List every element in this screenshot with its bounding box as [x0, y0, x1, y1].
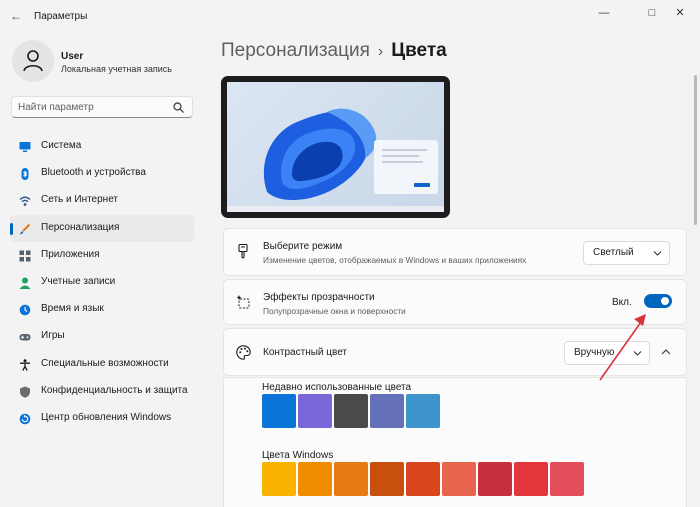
sidebar-item-network[interactable]: Сеть и Интернет: [10, 187, 194, 214]
sidebar-item-accounts[interactable]: Учетные записи: [10, 269, 194, 296]
taskbar-preview: [227, 206, 444, 212]
color-swatch[interactable]: [442, 462, 476, 496]
sidebar-item-label: Система: [41, 140, 82, 151]
chevron-down-icon: [633, 351, 642, 356]
color-swatch[interactable]: [406, 394, 440, 428]
scrollbar[interactable]: [694, 75, 697, 225]
color-swatch[interactable]: [406, 462, 440, 496]
bloom-wallpaper-image: [263, 108, 438, 201]
windows-colors-label: Цвета Windows: [262, 450, 334, 461]
sidebar-item-label: Bluetooth и устройства: [41, 167, 146, 179]
accent-title: Контрастный цвет: [263, 347, 348, 358]
color-swatch[interactable]: [478, 462, 512, 496]
sidebar-item-windows-update[interactable]: Центр обновления Windows: [10, 405, 194, 432]
sidebar-item-label: Время и язык: [41, 303, 104, 315]
sidebar-item-gaming[interactable]: Игры: [10, 323, 194, 350]
sidebar-item-label: Персонализация: [41, 221, 120, 233]
sidebar-item-label: Сеть и Интернет: [41, 194, 119, 206]
breadcrumb-separator: ›: [377, 43, 384, 60]
title-bar: ← Параметры — □ ✕: [0, 0, 700, 32]
search-input[interactable]: [18, 100, 168, 114]
close-icon[interactable]: ✕: [670, 6, 690, 20]
sidebar-item-personalization[interactable]: Персонализация: [10, 214, 194, 242]
apps-icon: [19, 250, 31, 262]
search-icon[interactable]: [173, 102, 184, 113]
color-swatch[interactable]: [298, 462, 332, 496]
window-title: Параметры: [34, 11, 88, 22]
theme-preview: [221, 76, 450, 218]
gamepad-icon: [19, 334, 31, 341]
color-swatch[interactable]: [334, 394, 368, 428]
recent-colors-label: Недавно использованные цвета: [262, 382, 412, 393]
person-icon: [23, 50, 43, 72]
color-swatch[interactable]: [370, 394, 404, 428]
transparency-subtitle: Полупрозрачные окна и поверхности: [263, 306, 406, 316]
sidebar-item-apps[interactable]: Приложения: [10, 242, 194, 269]
person-icon: [19, 277, 31, 289]
globe-clock-icon: [19, 304, 31, 316]
sidebar-item-time-language[interactable]: Время и язык: [10, 296, 194, 323]
maximize-icon[interactable]: □: [642, 6, 662, 20]
color-swatch[interactable]: [262, 462, 296, 496]
breadcrumb: Персонализация › Цвета: [221, 40, 447, 62]
brush-icon: [20, 223, 31, 235]
sidebar-item-label: Специальные возможности: [41, 357, 169, 369]
wallpaper-preview: [227, 82, 444, 206]
sidebar-item-label: Конфиденциальность и защита: [41, 384, 188, 396]
accent-dropdown-value: Вручную: [574, 347, 615, 358]
minimize-icon[interactable]: —: [594, 6, 614, 20]
accent-color-card[interactable]: Контрастный цвет Вручную: [223, 328, 687, 376]
sidebar-item-label: Учетные записи: [41, 275, 116, 287]
account-type: Локальная учетная запись: [61, 64, 172, 74]
transparency-icon: [236, 295, 250, 309]
color-swatch[interactable]: [514, 462, 548, 496]
back-arrow-icon[interactable]: ←: [10, 9, 22, 23]
mode-subtitle: Изменение цветов, отображаемых в Windows…: [263, 255, 527, 265]
transparency-title: Эффекты прозрачности: [263, 292, 375, 303]
color-swatch[interactable]: [370, 462, 404, 496]
breadcrumb-parent[interactable]: Персонализация: [221, 40, 370, 61]
page-title: Цвета: [391, 40, 447, 61]
user-name: User: [61, 51, 84, 62]
mode-setting-card: Выберите режим Изменение цветов, отображ…: [223, 228, 687, 276]
sidebar-item-label: Центр обновления Windows: [41, 411, 172, 423]
sidebar-item-system[interactable]: Система: [10, 133, 194, 160]
wifi-icon: [19, 196, 31, 207]
palette-icon: [236, 345, 251, 360]
sidebar-item-label: Приложения: [41, 248, 100, 260]
color-swatch[interactable]: [334, 462, 368, 496]
monitor-icon: [19, 142, 31, 152]
sidebar-item-privacy[interactable]: Конфиденциальность и защита: [10, 378, 194, 405]
update-icon: [19, 413, 31, 425]
color-swatch[interactable]: [550, 462, 584, 496]
sidebar-item-label: Игры: [41, 330, 65, 342]
brush-mode-icon: [238, 244, 248, 259]
chevron-up-icon[interactable]: [661, 348, 671, 356]
sidebar-item-accessibility[interactable]: Специальные возможности: [10, 351, 194, 378]
search-box[interactable]: [11, 96, 193, 118]
color-swatch[interactable]: [298, 394, 332, 428]
accent-dropdown[interactable]: Вручную: [564, 341, 650, 365]
sidebar-nav: Система Bluetooth и устройства Сеть и Ин…: [10, 133, 194, 432]
chevron-down-icon: [653, 251, 662, 256]
transparency-toggle[interactable]: [644, 294, 672, 308]
color-swatch[interactable]: [262, 394, 296, 428]
mode-title: Выберите режим: [263, 241, 343, 252]
shield-icon: [20, 386, 30, 398]
transparency-state-label: Вкл.: [612, 297, 632, 308]
mode-dropdown[interactable]: Светлый: [583, 241, 670, 265]
bluetooth-icon: [21, 168, 29, 181]
mode-dropdown-value: Светлый: [593, 247, 634, 258]
accessibility-icon: [20, 358, 30, 371]
avatar[interactable]: [12, 40, 54, 82]
sidebar-item-bluetooth[interactable]: Bluetooth и устройства: [10, 160, 194, 187]
toggle-knob: [661, 297, 669, 305]
